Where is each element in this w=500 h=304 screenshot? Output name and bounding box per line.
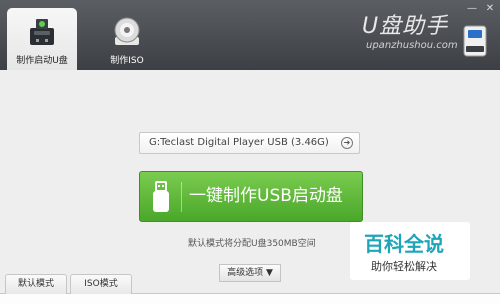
tab-make-iso-label: 制作ISO	[110, 56, 144, 66]
button-divider	[181, 182, 182, 212]
advanced-options-label: 高级选项	[227, 268, 264, 278]
minimize-button[interactable]: —	[466, 4, 478, 14]
usb-plug-icon	[153, 181, 169, 212]
watermark-subtitle: 助你轻松解决	[371, 260, 437, 273]
watermark-title: 百科全说	[364, 232, 444, 256]
tab-make-boot-usb-label: 制作启动U盘	[16, 56, 68, 66]
drive-select[interactable]: G:Teclast Digital Player USB (3.46G) ➜	[139, 132, 360, 154]
close-button[interactable]: ✕	[484, 4, 496, 14]
title-bar: 制作启动U盘 制作ISO U盘助手 upanzhushou.com — ✕	[0, 0, 500, 70]
disc-icon	[114, 17, 140, 45]
mode-hint-text: 默认模式将分配U盘350MB空间	[188, 239, 316, 249]
tab-default-mode[interactable]: 默认模式	[5, 274, 67, 294]
make-boot-usb-button[interactable]: 一键制作USB启动盘	[139, 171, 363, 222]
circle-arrow-right-icon[interactable]: ➜	[341, 137, 353, 149]
make-boot-usb-button-label: 一键制作USB启动盘	[189, 186, 343, 206]
usb-drive-icon	[30, 19, 54, 45]
app-brand-url: upanzhushou.com	[366, 40, 458, 51]
advanced-options-button[interactable]: 高级选项 ▼	[219, 264, 281, 282]
watermark: 百科全说 助你轻松解决	[350, 222, 470, 280]
chevron-down-icon: ▼	[265, 268, 273, 278]
tab-make-boot-usb[interactable]: 制作启动U盘	[7, 8, 77, 70]
tab-make-iso[interactable]: 制作ISO	[92, 8, 162, 68]
bottom-panel	[0, 294, 500, 304]
drive-select-value: G:Teclast Digital Player USB (3.46G)	[149, 137, 329, 148]
app-brand-title: U盘助手	[362, 14, 449, 39]
usb-stick-logo-icon	[463, 25, 487, 57]
tab-iso-mode[interactable]: ISO模式	[70, 274, 132, 294]
